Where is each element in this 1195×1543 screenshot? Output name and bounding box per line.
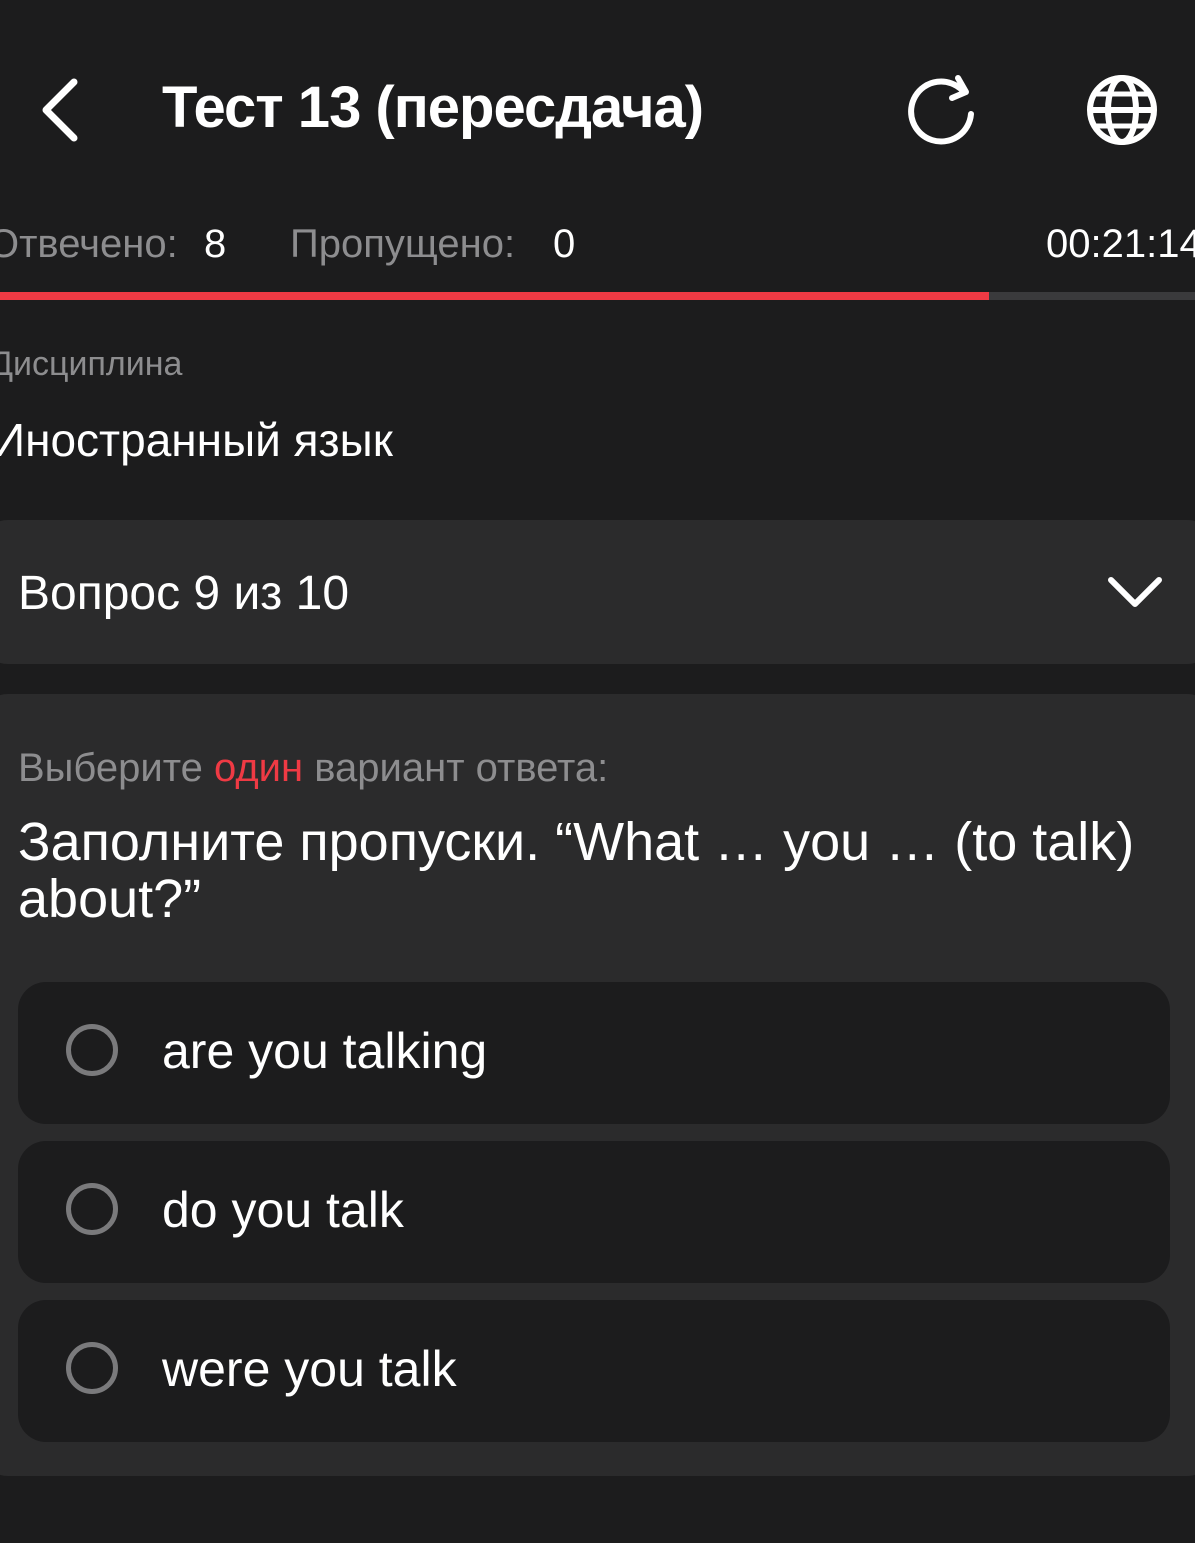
globe-icon: [1087, 75, 1157, 145]
question-selector-label: Вопрос 9 из 10: [18, 567, 350, 620]
instruction-prefix: Выберите: [18, 746, 214, 790]
question-card: Выберите один вариант ответа: Заполните …: [0, 694, 1195, 1476]
question-text: Заполните пропуски. “What … you … (to ta…: [18, 812, 1135, 929]
radio-button[interactable]: [66, 1183, 118, 1235]
radio-button[interactable]: [66, 1342, 118, 1394]
refresh-icon: [908, 75, 974, 145]
instruction-suffix: вариант ответа:: [303, 746, 609, 790]
back-button[interactable]: [30, 70, 100, 150]
answer-option-label: are you talking: [162, 1023, 488, 1079]
progress-fill: [0, 292, 990, 300]
answer-option[interactable]: are you talking: [18, 982, 1170, 1124]
timer: 00:21:14: [1046, 222, 1195, 266]
page-title: Тест 13 (пересдача): [162, 75, 704, 140]
language-button[interactable]: [1080, 70, 1164, 150]
answered-label: Отвечено:: [0, 222, 178, 266]
skipped-count: 0: [553, 222, 576, 266]
question-selector[interactable]: Вопрос 9 из 10: [0, 520, 1195, 664]
answer-option[interactable]: were you talk: [18, 1300, 1170, 1442]
refresh-button[interactable]: [900, 70, 986, 150]
answer-option[interactable]: do you talk: [18, 1141, 1170, 1283]
answer-option-label: do you talk: [162, 1182, 404, 1238]
answered-count: 8: [204, 222, 227, 266]
answer-option-label: were you talk: [162, 1341, 457, 1397]
radio-button[interactable]: [66, 1024, 118, 1076]
chevron-left-icon: [42, 78, 78, 142]
chevron-down-icon: [1108, 577, 1162, 607]
discipline-value: Иностранный язык: [0, 414, 393, 466]
skipped-label: Пропущено:: [290, 222, 516, 266]
answer-instruction: Выберите один вариант ответа:: [18, 746, 608, 791]
instruction-accent: один: [213, 746, 304, 790]
progress-bar: [0, 292, 1195, 300]
discipline-label: Дисциплина: [0, 345, 183, 383]
